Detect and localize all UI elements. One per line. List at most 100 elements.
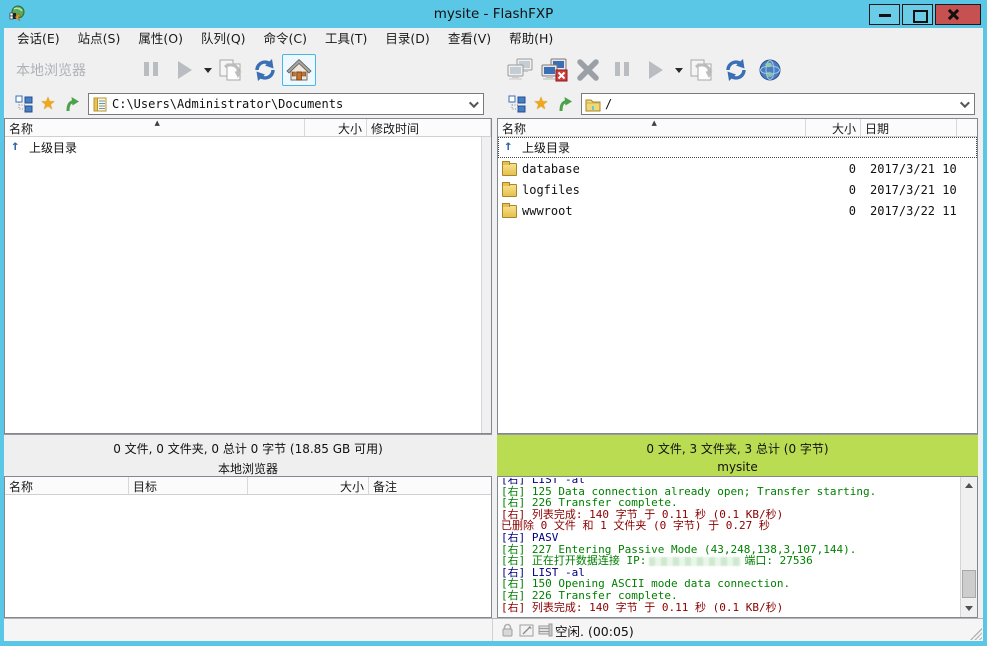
menu-item[interactable]: 会话(E) xyxy=(8,28,69,50)
local-toolbar: 本地浏览器 xyxy=(4,50,492,90)
resize-grip[interactable] xyxy=(970,628,982,640)
menu-item[interactable]: 属性(O) xyxy=(129,28,192,50)
file-type-icon xyxy=(502,205,517,218)
file-type-icon xyxy=(502,184,517,197)
file-type-icon xyxy=(9,141,24,154)
local-file-list: 名称▲ 大小 修改时间 上级目录 xyxy=(4,118,492,434)
column-header-name[interactable]: 名称▲ xyxy=(498,119,806,136)
log-body: [右] LIST -al [右] 125 Data connection alr… xyxy=(501,478,959,616)
remote-site-name: mysite xyxy=(497,460,978,474)
refresh-icon xyxy=(252,57,278,83)
maximize-button[interactable] xyxy=(902,4,933,25)
up-arrow-icon xyxy=(556,95,574,113)
chevron-down-icon xyxy=(468,98,478,108)
local-up-dir-button[interactable] xyxy=(60,93,84,115)
file-row[interactable]: logfiles 0 2017/3/21 10:21 xyxy=(498,179,977,200)
file-size: 0 xyxy=(807,162,862,176)
queue-column-name[interactable]: 名称 xyxy=(5,477,129,494)
menu-item[interactable]: 队列(Q) xyxy=(192,28,255,50)
titlebar: mysite - FlashFXP xyxy=(0,0,987,28)
remote-pause-button[interactable] xyxy=(605,54,639,86)
queue-column-size[interactable]: 大小 xyxy=(248,477,369,494)
local-treeview-button[interactable] xyxy=(12,93,36,115)
local-favorites-button[interactable]: ★ xyxy=(36,93,60,115)
log-line: 已删除 0 文件 和 1 文件夹 (0 字节) 于 0.27 秒 xyxy=(501,520,959,532)
remote-refresh-button[interactable] xyxy=(719,54,753,86)
local-start-button[interactable] xyxy=(168,54,202,86)
local-summary-text: 0 文件, 0 文件夹, 0 总计 0 字节 (18.85 GB 可用) xyxy=(4,440,492,457)
minimize-button[interactable] xyxy=(869,4,900,25)
local-summary-bar: 0 文件, 0 文件夹, 0 总计 0 字节 (18.85 GB 可用) 本地浏… xyxy=(4,434,492,476)
menu-bar: 会话(E) 站点(S) 属性(O) 队列(Q) 命令(C) 工具(T) 目录(D… xyxy=(4,28,983,50)
menu-item[interactable]: 帮助(H) xyxy=(500,28,562,50)
remote-path-dropdown[interactable] xyxy=(954,96,972,112)
scroll-up-button[interactable] xyxy=(961,477,977,494)
window-content: 会话(E) 站点(S) 属性(O) 队列(Q) 命令(C) 工具(T) 目录(D… xyxy=(4,28,983,641)
column-header-size[interactable]: 大小 xyxy=(305,119,367,136)
file-type-icon xyxy=(502,141,517,154)
remote-path-input[interactable] xyxy=(605,95,974,113)
file-row[interactable]: wwwroot 0 2017/3/22 11:33 xyxy=(498,200,977,221)
remote-start-button[interactable] xyxy=(639,54,673,86)
remote-summary-bar: 0 文件, 3 文件夹, 3 总计 (0 字节) mysite xyxy=(497,434,978,476)
chevron-down-icon xyxy=(965,606,973,611)
pause-icon xyxy=(142,61,160,80)
menu-item[interactable]: 命令(C) xyxy=(255,28,316,50)
remote-treeview-button[interactable] xyxy=(505,93,529,115)
tree-view-icon xyxy=(15,95,33,113)
disconnect-icon xyxy=(541,58,568,82)
local-path-combobox[interactable] xyxy=(88,93,484,115)
window-title: mysite - FlashFXP xyxy=(0,0,987,28)
notes-icon xyxy=(517,622,535,638)
local-scrollbar[interactable] xyxy=(481,137,491,433)
file-row[interactable]: 上级目录 xyxy=(5,137,491,158)
local-pause-button[interactable] xyxy=(134,54,168,86)
remote-summary-text: 0 文件, 3 文件夹, 3 总计 (0 字节) xyxy=(497,440,978,457)
menu-item[interactable]: 目录(D) xyxy=(376,28,438,50)
pause-icon xyxy=(613,61,631,80)
remote-abort-button[interactable] xyxy=(571,54,605,86)
column-header-name[interactable]: 名称▲ xyxy=(5,119,305,136)
local-refresh-button[interactable] xyxy=(248,54,282,86)
home-icon xyxy=(286,58,312,82)
menu-item[interactable]: 站点(S) xyxy=(69,28,130,50)
menu-item[interactable]: 工具(T) xyxy=(316,28,376,50)
connect-icon xyxy=(507,58,534,82)
remote-start-dropdown[interactable] xyxy=(673,54,685,86)
local-home-button[interactable] xyxy=(282,54,316,86)
file-size: 0 xyxy=(807,183,862,197)
close-button[interactable] xyxy=(935,4,981,25)
queue-column-note[interactable]: 备注 xyxy=(369,477,491,494)
scrollbar-thumb[interactable] xyxy=(962,570,976,598)
remote-site-button[interactable] xyxy=(753,54,787,86)
scroll-down-button[interactable] xyxy=(961,600,977,617)
local-path-dropdown[interactable] xyxy=(463,96,481,112)
remote-disconnect-button[interactable] xyxy=(537,54,571,86)
file-date: 2017/3/21 10:21 xyxy=(862,183,958,197)
local-path-input[interactable] xyxy=(112,95,483,113)
queue-spool-icon xyxy=(536,622,554,638)
local-transfer-button[interactable] xyxy=(214,54,248,86)
play-icon xyxy=(178,61,192,79)
remote-connect-button[interactable] xyxy=(503,54,537,86)
column-header-date[interactable]: 日期 xyxy=(861,119,957,136)
folder-icon xyxy=(585,97,601,112)
chevron-down-icon xyxy=(959,98,969,108)
column-header-blank xyxy=(957,119,977,136)
remote-transfer-button[interactable] xyxy=(685,54,719,86)
file-row[interactable]: 上级目录 xyxy=(498,137,977,158)
remote-up-dir-button[interactable] xyxy=(553,93,577,115)
local-start-dropdown[interactable] xyxy=(202,54,214,86)
remote-path-combobox[interactable] xyxy=(581,93,975,115)
globe-icon xyxy=(758,58,782,82)
menu-item[interactable]: 查看(V) xyxy=(439,28,500,50)
remote-favorites-button[interactable]: ★ xyxy=(529,93,553,115)
column-header-date[interactable]: 修改时间 xyxy=(367,119,491,136)
file-name: 上级目录 xyxy=(522,139,570,156)
log-scrollbar[interactable] xyxy=(960,477,977,617)
queue-column-target[interactable]: 目标 xyxy=(129,477,248,494)
file-row[interactable]: database 0 2017/3/21 10:21 xyxy=(498,158,977,179)
status-bar: 空闲. (00:05) xyxy=(4,618,983,641)
column-header-size[interactable]: 大小 xyxy=(806,119,861,136)
file-name: 上级目录 xyxy=(29,139,77,156)
